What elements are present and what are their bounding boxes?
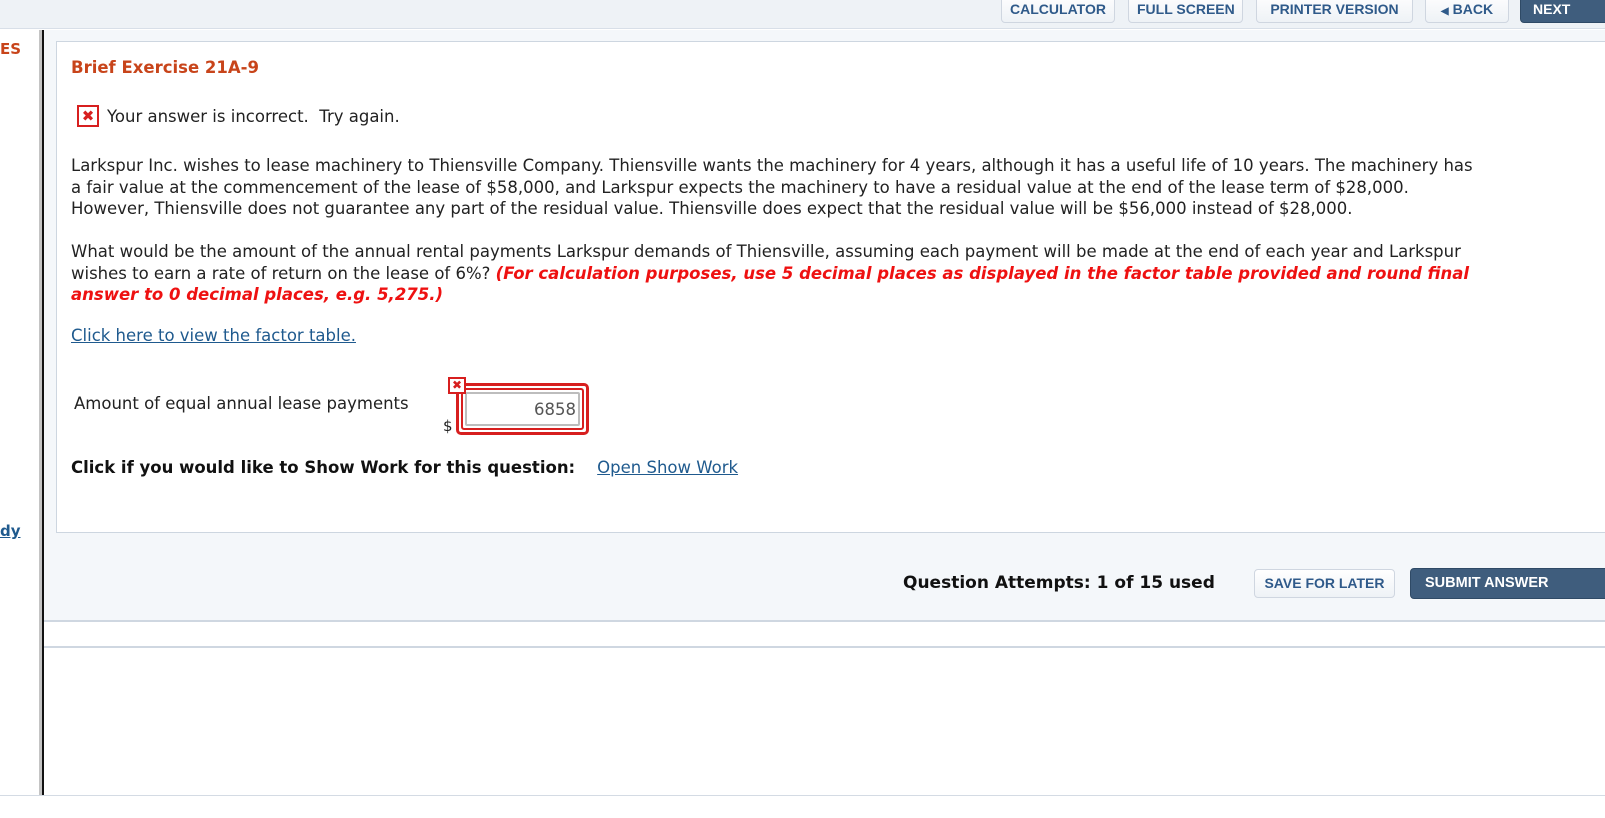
sidebar-heading: ES [0,40,22,58]
top-toolbar: CALCULATOR FULL SCREEN PRINTER VERSION ◀… [0,0,1605,29]
instruction-text: answer to 0 decimal places, e.g. 5,275.) [71,285,444,304]
caret-left-icon: ◀ [1440,6,1449,17]
full-screen-button[interactable]: FULL SCREEN [1128,0,1243,23]
next-button[interactable]: NEXT [1520,0,1605,23]
answer-label: Amount of equal annual lease payments [74,394,409,413]
factor-table-link[interactable]: Click here to view the factor table. [71,326,356,345]
save-for-later-button[interactable]: SAVE FOR LATER [1254,569,1395,598]
paragraph-line: What would be the amount of the annual r… [71,242,1461,261]
x-mark-icon: ✖ [77,105,99,127]
back-label: BACK [1452,1,1494,17]
divider [44,646,1605,648]
divider [0,795,1605,796]
printer-version-button[interactable]: PRINTER VERSION [1256,0,1413,23]
sidebar: ES dy [0,30,38,800]
back-button[interactable]: ◀ BACK [1425,0,1509,23]
lease-payment-input[interactable] [465,392,580,426]
paragraph-line: Larkspur Inc. wishes to lease machinery … [71,156,1473,175]
calculator-button[interactable]: CALCULATOR [1001,0,1115,23]
status-text: Your answer is incorrect. Try again. [107,106,400,126]
currency-symbol: $ [443,417,453,435]
answer-field-wrapper [456,383,589,435]
question-paragraph-2: What would be the amount of the annual r… [71,241,1605,306]
open-show-work-link[interactable]: Open Show Work [597,458,738,477]
paragraph-line: wishes to earn a rate of return on the l… [71,263,491,283]
paragraph-line: a fair value at the commencement of the … [71,177,1409,197]
question-paragraph-1: Larkspur Inc. wishes to lease machinery … [71,155,1605,220]
paragraph-line: However, Thiensville does not guarantee … [71,199,1353,218]
instruction-text: (For calculation purposes, use 5 decimal… [495,263,1470,283]
incorrect-marker-icon: ✖ [448,377,466,394]
question-attempts: Question Attempts: 1 of 15 used [903,573,1215,593]
sidebar-link[interactable]: dy [0,522,21,540]
show-work-row: Click if you would like to Show Work for… [71,458,738,477]
show-work-prompt: Click if you would like to Show Work for… [71,458,576,477]
submit-answer-button[interactable]: SUBMIT ANSWER [1410,568,1605,599]
answer-status: ✖ Your answer is incorrect. Try again. [77,105,400,127]
question-title: Brief Exercise 21A-9 [71,58,259,77]
